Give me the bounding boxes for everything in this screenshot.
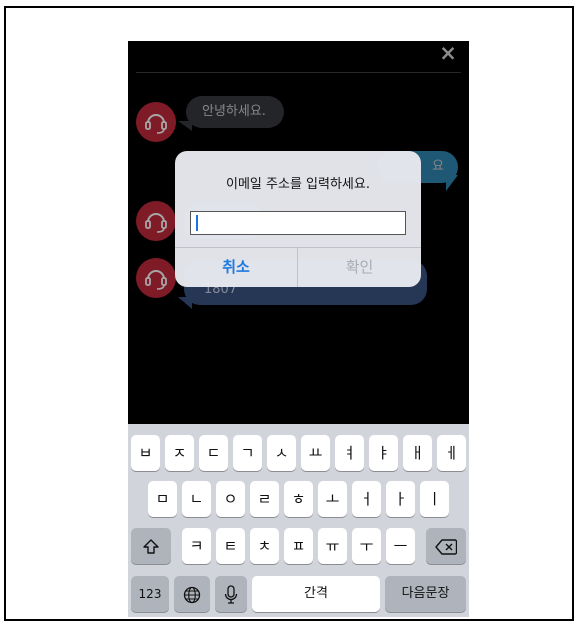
screenshot-frame: × 안녕하세요. 요 1807 이메일 주소를 입력하세요. 취소 확인 ㅂ ㅈ… <box>4 6 574 621</box>
microphone-key[interactable] <box>215 576 247 612</box>
key[interactable]: ㅎ <box>284 481 313 517</box>
cancel-button[interactable]: 취소 <box>175 248 297 287</box>
key[interactable]: ㅗ <box>318 481 347 517</box>
key[interactable]: ㄹ <box>250 481 279 517</box>
key[interactable]: ㅌ <box>216 528 245 564</box>
globe-key[interactable] <box>174 576 210 612</box>
key[interactable]: ㄱ <box>233 435 262 471</box>
key[interactable]: ㅠ <box>318 528 347 564</box>
space-key[interactable]: 간격 <box>252 576 380 612</box>
return-key[interactable]: 다음문장 <box>385 576 466 612</box>
key[interactable]: ㅍ <box>284 528 313 564</box>
key[interactable]: ㅅ <box>267 435 296 471</box>
confirm-button[interactable]: 확인 <box>298 248 421 287</box>
korean-keyboard: ㅂ ㅈ ㄷ ㄱ ㅅ ㅛ ㅕ ㅑ ㅐ ㅔ ㅁ ㄴ ㅇ ㄹ ㅎ ㅗ ㅓ ㅏ ㅣ ㅋ … <box>128 424 469 617</box>
key[interactable]: ㅇ <box>216 481 245 517</box>
key[interactable]: ㅓ <box>352 481 381 517</box>
key[interactable]: ㅕ <box>335 435 364 471</box>
numbers-key[interactable]: 123 <box>131 576 169 612</box>
key[interactable]: ㅁ <box>148 481 177 517</box>
key[interactable]: ㅛ <box>301 435 330 471</box>
email-input-dialog: 이메일 주소를 입력하세요. 취소 확인 <box>175 151 421 287</box>
key[interactable]: ㅏ <box>386 481 415 517</box>
email-input[interactable] <box>190 211 406 235</box>
key[interactable]: ㅐ <box>403 435 432 471</box>
shift-key[interactable] <box>131 528 171 564</box>
key[interactable]: ㅣ <box>420 481 449 517</box>
dialog-title: 이메일 주소를 입력하세요. <box>226 177 370 192</box>
key[interactable]: ㅜ <box>352 528 381 564</box>
key[interactable]: ㄴ <box>182 481 211 517</box>
key[interactable]: ㅔ <box>437 435 466 471</box>
globe-icon <box>183 586 201 603</box>
backspace-key[interactable] <box>426 528 466 564</box>
microphone-icon <box>224 584 238 604</box>
key[interactable]: ㅈ <box>165 435 194 471</box>
key[interactable]: ㅂ <box>131 435 160 471</box>
key[interactable]: ㅡ <box>386 528 415 564</box>
key[interactable]: ㅊ <box>250 528 279 564</box>
phone-screen: × 안녕하세요. 요 1807 이메일 주소를 입력하세요. 취소 확인 ㅂ ㅈ… <box>128 41 469 617</box>
shift-icon <box>143 538 159 554</box>
key[interactable]: ㅑ <box>369 435 398 471</box>
backspace-icon <box>435 538 458 555</box>
text-caret <box>196 215 198 231</box>
key[interactable]: ㅋ <box>182 528 211 564</box>
key[interactable]: ㄷ <box>199 435 228 471</box>
